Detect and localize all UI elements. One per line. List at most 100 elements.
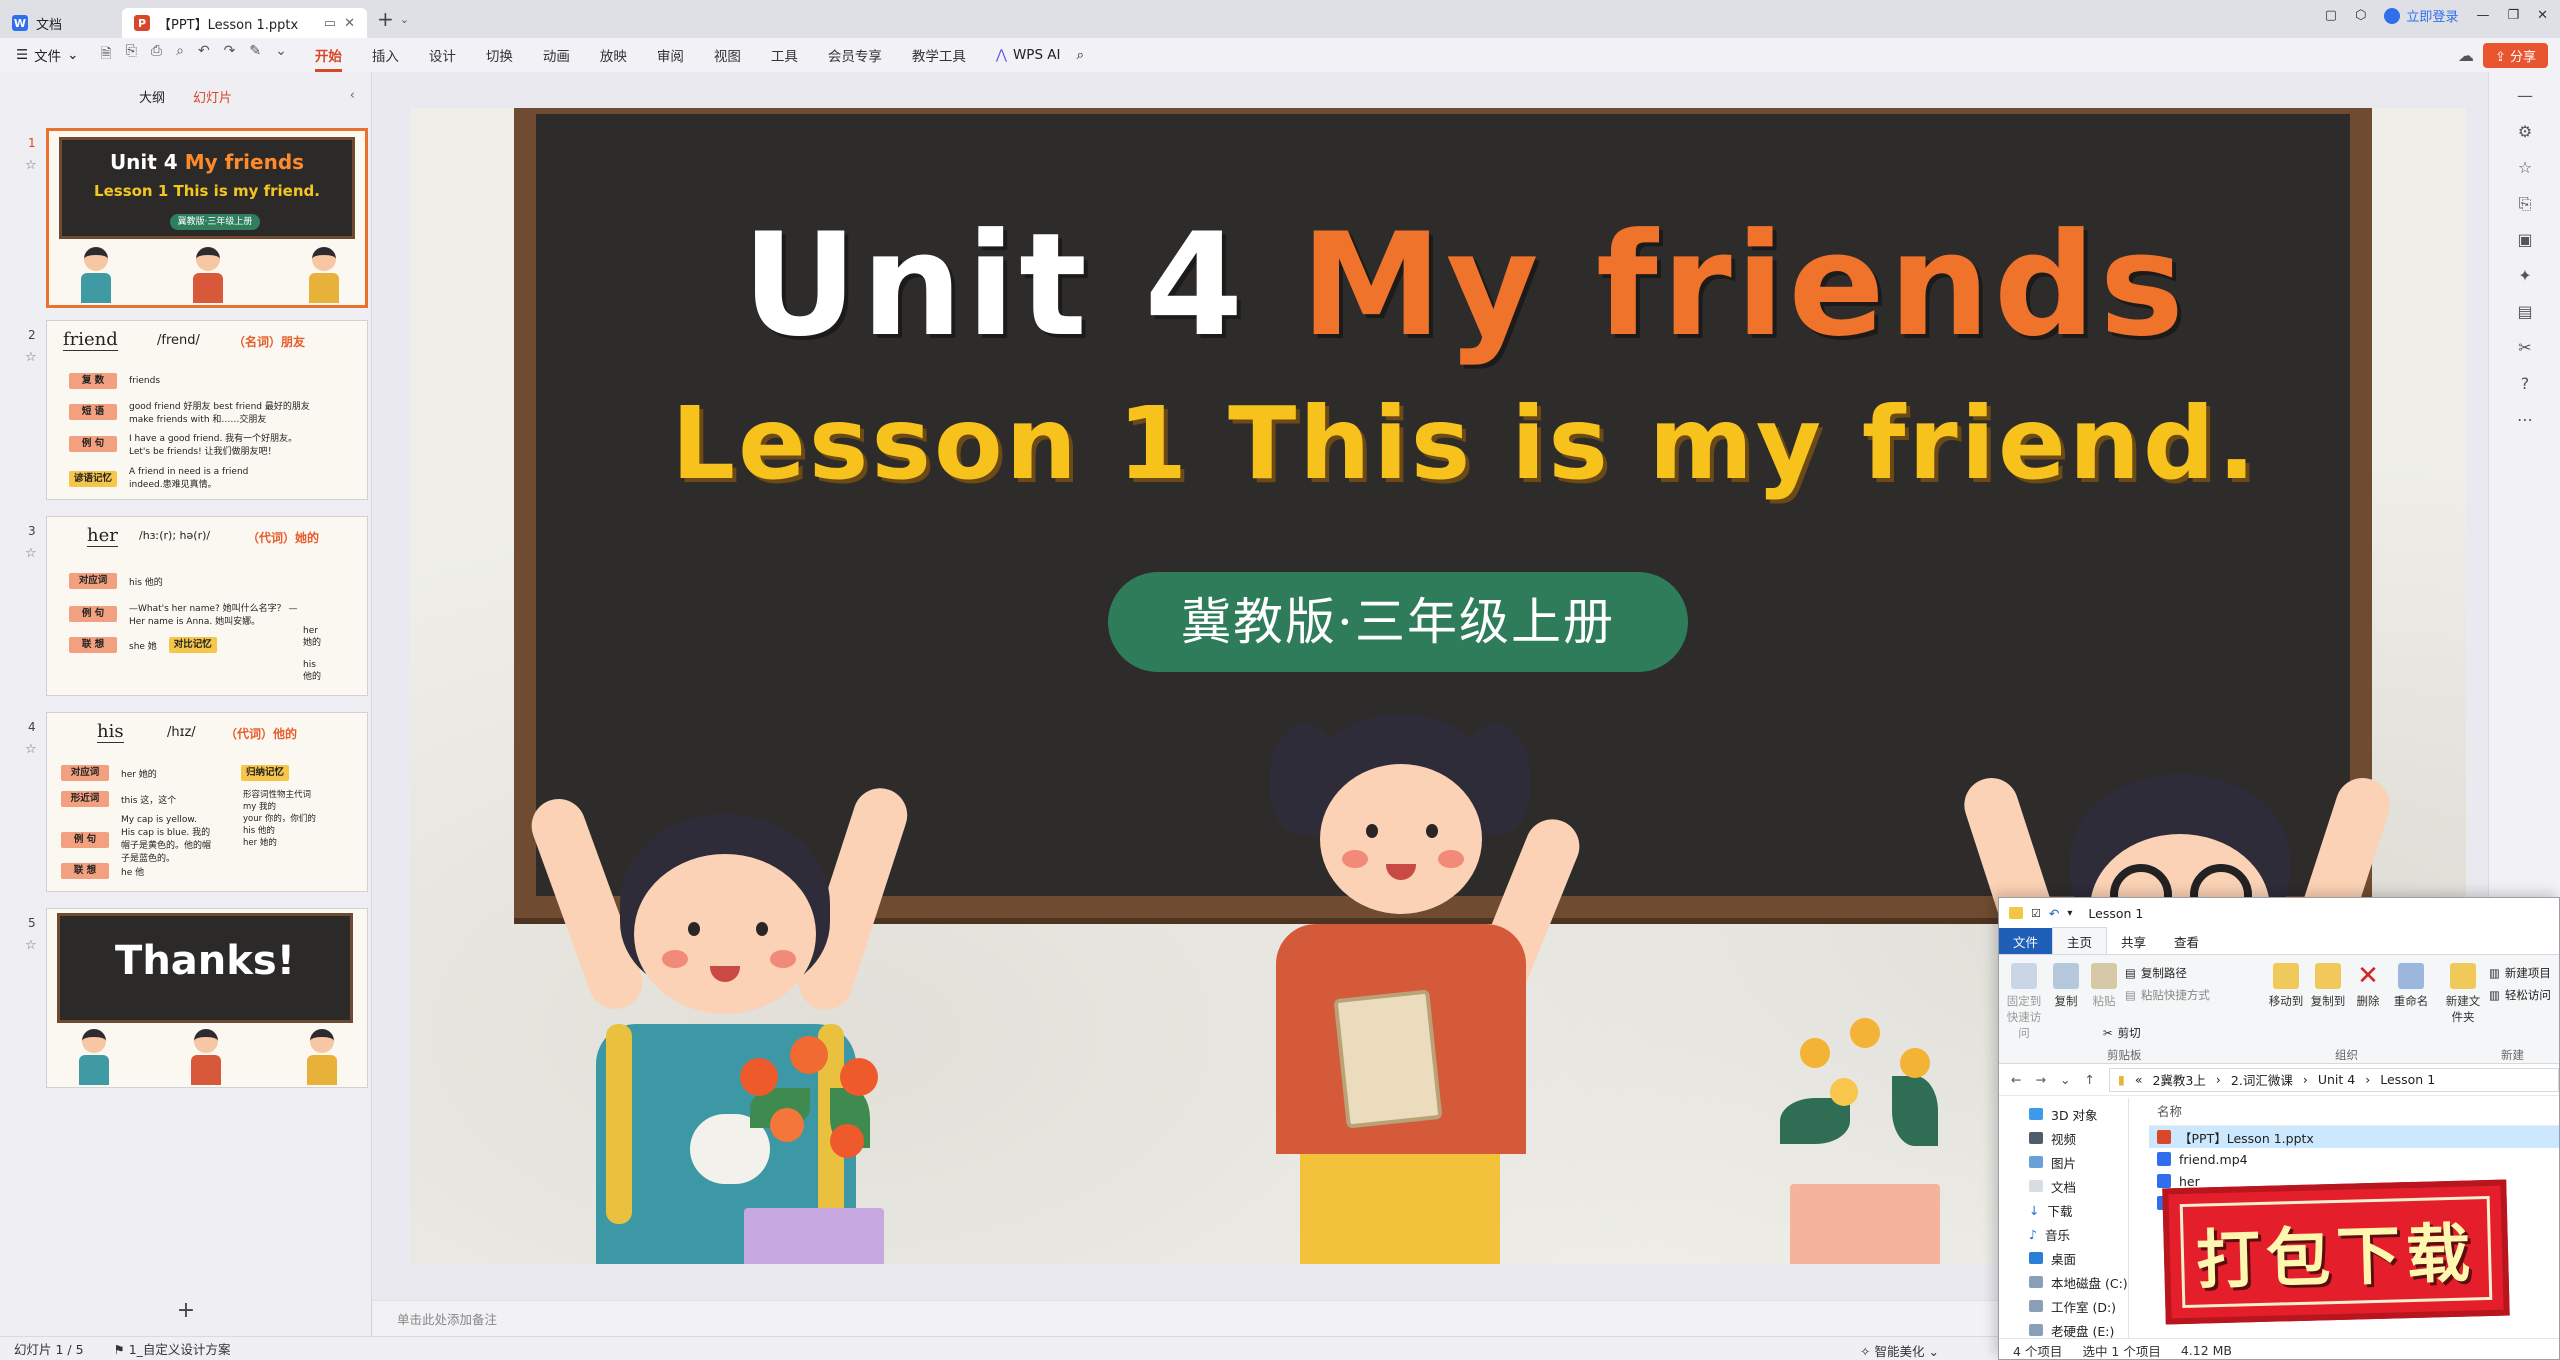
file-menu[interactable]: ☰ 文件 ⌄	[16, 45, 78, 65]
menu-item-view[interactable]: 视图	[714, 45, 741, 65]
layout-icon[interactable]: ▢	[2325, 8, 2337, 23]
menu-item-transition[interactable]: 切换	[486, 45, 513, 65]
slide-lesson-title[interactable]: Lesson 1 This is my friend.	[536, 384, 2394, 504]
magic-icon[interactable]: ✦	[2513, 266, 2537, 290]
pin-quick-access-button[interactable]: 固定到快速访问	[2005, 963, 2043, 1041]
history-chevron-icon[interactable]: ⌄	[2060, 1072, 2070, 1087]
explorer-tab-share[interactable]: 共享	[2107, 928, 2160, 955]
thumbnail-row-5[interactable]: 5 ☆ Thanks!	[0, 908, 372, 1094]
search-icon[interactable]: ⌕	[1077, 47, 1085, 63]
cloud-sync-icon[interactable]: ☁	[2458, 46, 2474, 65]
star-icon[interactable]: ☆	[2513, 158, 2537, 182]
print-icon[interactable]: ⎙	[151, 43, 162, 67]
copy-to-button[interactable]: 复制到	[2309, 963, 2347, 1009]
login-button[interactable]: 立即登录	[2384, 6, 2458, 25]
design-scheme[interactable]: ⚑ 1_自定义设计方案	[114, 1339, 231, 1358]
star-icon[interactable]: ☆	[25, 938, 37, 953]
explorer-tab-file[interactable]: 文件	[1999, 927, 2053, 955]
more-icon[interactable]: ⋯	[2513, 410, 2537, 434]
slide-title[interactable]: Unit 4 My friends	[536, 206, 2394, 366]
tab-slides[interactable]: 幻灯片	[193, 87, 232, 106]
dropdown-icon[interactable]: ▾	[2067, 908, 2072, 919]
adjust-icon[interactable]: ⚙	[2513, 122, 2537, 146]
collapse-icon[interactable]: —	[2513, 86, 2537, 110]
address-bar[interactable]: ▮ « 2冀教3上 › 2.词汇微课 › Unit 4 › Lesson 1	[2108, 1067, 2559, 1092]
thumbnail-row-4[interactable]: 4 ☆ his /hɪz/ （代词）他的 对应词 her 她的 形近词 this 这…	[0, 712, 372, 898]
menu-item-teaching[interactable]: 教学工具	[912, 45, 966, 65]
paste-shortcut-button[interactable]: ▤ 粘贴快捷方式	[2125, 987, 2210, 1003]
forward-arrow-icon[interactable]: →	[2035, 1072, 2045, 1087]
wps-ai-button[interactable]: ⋀ WPS AI	[996, 47, 1061, 63]
close-window-icon[interactable]: ✕	[2537, 8, 2548, 23]
explorer-tab-view[interactable]: 查看	[2160, 928, 2213, 955]
star-icon[interactable]: ☆	[25, 350, 37, 365]
copy-button[interactable]: 复制	[2051, 963, 2081, 1009]
minimize-icon[interactable]: —	[2476, 8, 2489, 23]
new-folder-button[interactable]: 新建文件夹	[2445, 963, 2481, 1025]
image-icon[interactable]: ▣	[2513, 230, 2537, 254]
cut-icon[interactable]: ✂	[2513, 338, 2537, 362]
book-icon[interactable]: ▤	[2513, 302, 2537, 326]
export-icon[interactable]: ⎘	[126, 43, 137, 67]
tab-list-chevron-icon[interactable]: ⌄	[400, 13, 409, 26]
add-slide-button[interactable]: +	[0, 1298, 372, 1323]
star-icon[interactable]: ☆	[25, 158, 37, 173]
thumbnail-row-2[interactable]: 2 ☆ friend /frend/ （名词）朋友 复 数 friends 短 语…	[0, 320, 372, 506]
undo-icon[interactable]: ↶	[2049, 906, 2059, 921]
download-package-stamp[interactable]: 打包下载	[2162, 1179, 2510, 1325]
tree-item[interactable]: ↓ 下载	[2029, 1198, 2128, 1222]
tree-item[interactable]: 图片	[2029, 1150, 2128, 1174]
thumbnail-row-1[interactable]: 1 ☆ Unit 4 My friends Lesson 1 This is m…	[0, 128, 372, 314]
menu-item-insert[interactable]: 插入	[372, 45, 399, 65]
back-arrow-icon[interactable]: ←	[2011, 1072, 2021, 1087]
breadcrumb-item[interactable]: 2冀教3上	[2152, 1070, 2205, 1089]
tree-item[interactable]: 工作室 (D:)	[2029, 1294, 2128, 1318]
breadcrumb-item[interactable]: Unit 4	[2318, 1072, 2355, 1087]
tab-outline[interactable]: 大纲	[139, 87, 165, 106]
tree-item[interactable]: ♪ 音乐	[2029, 1222, 2128, 1246]
paste-button[interactable]: 粘贴	[2089, 963, 2119, 1009]
menu-item-start[interactable]: 开始	[314, 45, 342, 72]
slide-thumbnail-5[interactable]: Thanks!	[46, 908, 368, 1088]
star-icon[interactable]: ☆	[25, 546, 37, 561]
cut-button[interactable]: ✂ 剪切	[2103, 1025, 2141, 1041]
tree-item[interactable]: 桌面	[2029, 1246, 2128, 1270]
quick-access-icon[interactable]: ☑	[2031, 907, 2041, 920]
more-chevron-icon[interactable]: ⌄	[275, 43, 287, 67]
format-painter-icon[interactable]: ✎	[249, 43, 261, 67]
explorer-tab-home[interactable]: 主页	[2052, 927, 2108, 955]
cube-icon[interactable]: ⬡	[2355, 8, 2366, 23]
menu-item-review[interactable]: 审阅	[657, 45, 684, 65]
slide-thumbnail-2[interactable]: friend /frend/ （名词）朋友 复 数 friends 短 语 good…	[46, 320, 368, 500]
slide-thumbnail-1[interactable]: Unit 4 My friends Lesson 1 This is my fr…	[46, 128, 368, 308]
tree-item[interactable]: 3D 对象	[2029, 1102, 2128, 1126]
share-button[interactable]: ⇪ 分享	[2482, 43, 2548, 68]
smart-beautify-button[interactable]: ✧ 智能美化 ⌄	[1860, 1341, 1939, 1360]
move-to-button[interactable]: 移动到	[2267, 963, 2305, 1009]
undo-icon[interactable]: ↶	[198, 43, 210, 67]
copy-icon[interactable]: ⎘	[2513, 194, 2537, 218]
tree-item[interactable]: 文档	[2029, 1174, 2128, 1198]
tree-item[interactable]: 视频	[2029, 1126, 2128, 1150]
help-icon[interactable]: ?	[2513, 374, 2537, 398]
column-header-name[interactable]: 名称	[2149, 1098, 2559, 1126]
save-icon[interactable]: 🗎	[100, 43, 111, 67]
slide-thumbnail-4[interactable]: his /hɪz/ （代词）他的 对应词 her 她的 形近词 this 这，这个 …	[46, 712, 368, 892]
up-arrow-icon[interactable]: ↑	[2084, 1072, 2094, 1087]
new-tab-plus-icon[interactable]: +	[377, 7, 394, 31]
slide-thumbnail-3[interactable]: her /hɜː(r); hə(r)/ （代词）她的 对应词 his 他的 例 句…	[46, 516, 368, 696]
breadcrumb-item[interactable]: 2.词汇微课	[2231, 1070, 2293, 1089]
maximize-icon[interactable]: ❐	[2507, 8, 2519, 23]
menu-item-design[interactable]: 设计	[429, 45, 456, 65]
menu-item-slideshow[interactable]: 放映	[600, 45, 627, 65]
slide-edition-pill[interactable]: 冀教版·三年级上册	[1108, 572, 1688, 672]
easy-access-button[interactable]: ▥ 轻松访问	[2489, 987, 2551, 1003]
star-icon[interactable]: ☆	[25, 742, 37, 757]
rename-button[interactable]: 重命名	[2391, 963, 2431, 1009]
thumbnail-row-3[interactable]: 3 ☆ her /hɜː(r); hə(r)/ （代词）她的 对应词 his 他的…	[0, 516, 372, 702]
menu-item-tools[interactable]: 工具	[771, 45, 798, 65]
tab-documents[interactable]: W 文档	[0, 8, 122, 38]
file-row[interactable]: 【PPT】Lesson 1.pptx	[2149, 1126, 2559, 1148]
tab-close-icon[interactable]: ✕	[344, 16, 355, 31]
redo-icon[interactable]: ↷	[224, 43, 236, 67]
